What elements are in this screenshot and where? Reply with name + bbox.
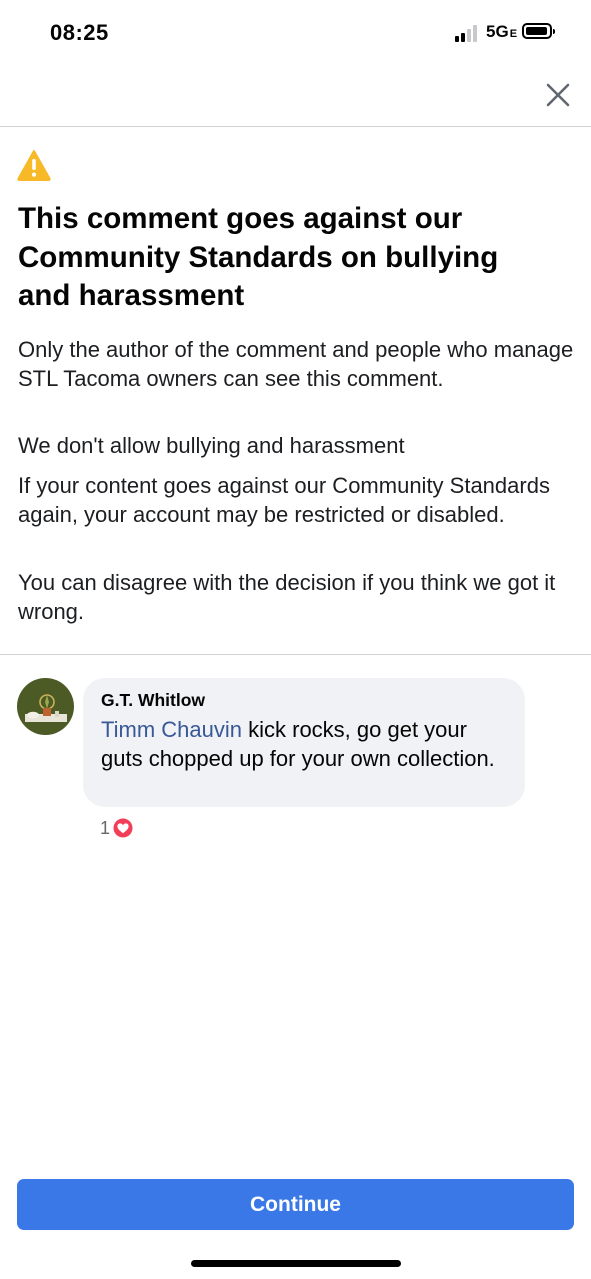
reaction-count: 1: [100, 817, 111, 838]
battery-icon: [522, 23, 555, 39]
status-time: 08:25: [50, 20, 109, 45]
notice-paragraph: We don't allow bullying and harassment: [18, 433, 405, 458]
comment-bubble[interactable]: G.T. Whitlow Timm Chauvin kick rocks, go…: [83, 678, 525, 807]
avatar[interactable]: [17, 678, 74, 735]
notice-paragraph: Only the author of the comment and peopl…: [18, 337, 574, 391]
comment-author[interactable]: G.T. Whitlow: [101, 689, 507, 711]
comment-mention[interactable]: Timm Chauvin: [101, 717, 242, 742]
close-button[interactable]: [541, 78, 575, 112]
network-indicator: 5GE: [486, 22, 518, 41]
continue-button[interactable]: Continue: [17, 1179, 574, 1230]
heart-reaction-icon: [112, 817, 134, 839]
divider: [0, 654, 591, 655]
warning-icon: [17, 150, 51, 181]
notice-paragraph: You can disagree with the decision if yo…: [18, 570, 556, 624]
signal-icon: [455, 24, 483, 42]
reaction-summary[interactable]: 1: [100, 816, 134, 840]
home-indicator[interactable]: [191, 1260, 401, 1267]
notice-title: This comment goes against our Community …: [18, 202, 499, 312]
close-icon: [546, 83, 570, 107]
continue-button-label: Continue: [250, 1192, 341, 1216]
notice-paragraph: If your content goes against our Communi…: [18, 473, 550, 527]
comment-text: Timm Chauvin kick rocks, go get your gut…: [101, 716, 507, 773]
status-bar: 08:25 5GE: [0, 0, 591, 66]
header-bar: [0, 66, 591, 127]
